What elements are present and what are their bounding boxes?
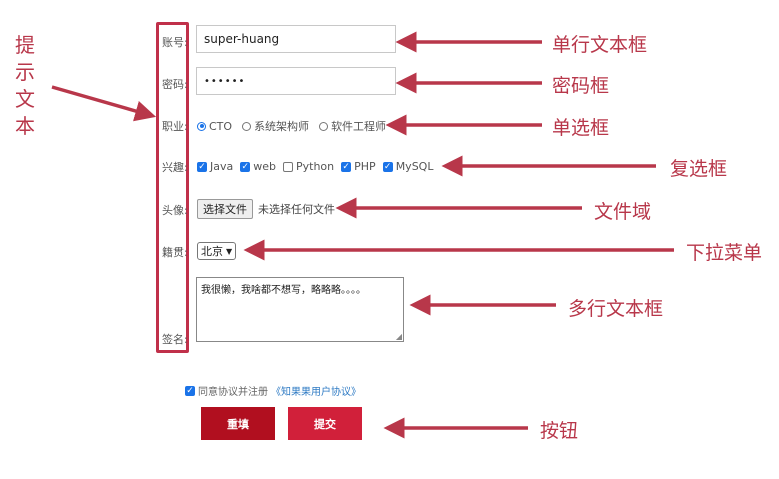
annotation-arrows bbox=[51, 31, 674, 439]
arrow-to-labels bbox=[51, 85, 157, 122]
